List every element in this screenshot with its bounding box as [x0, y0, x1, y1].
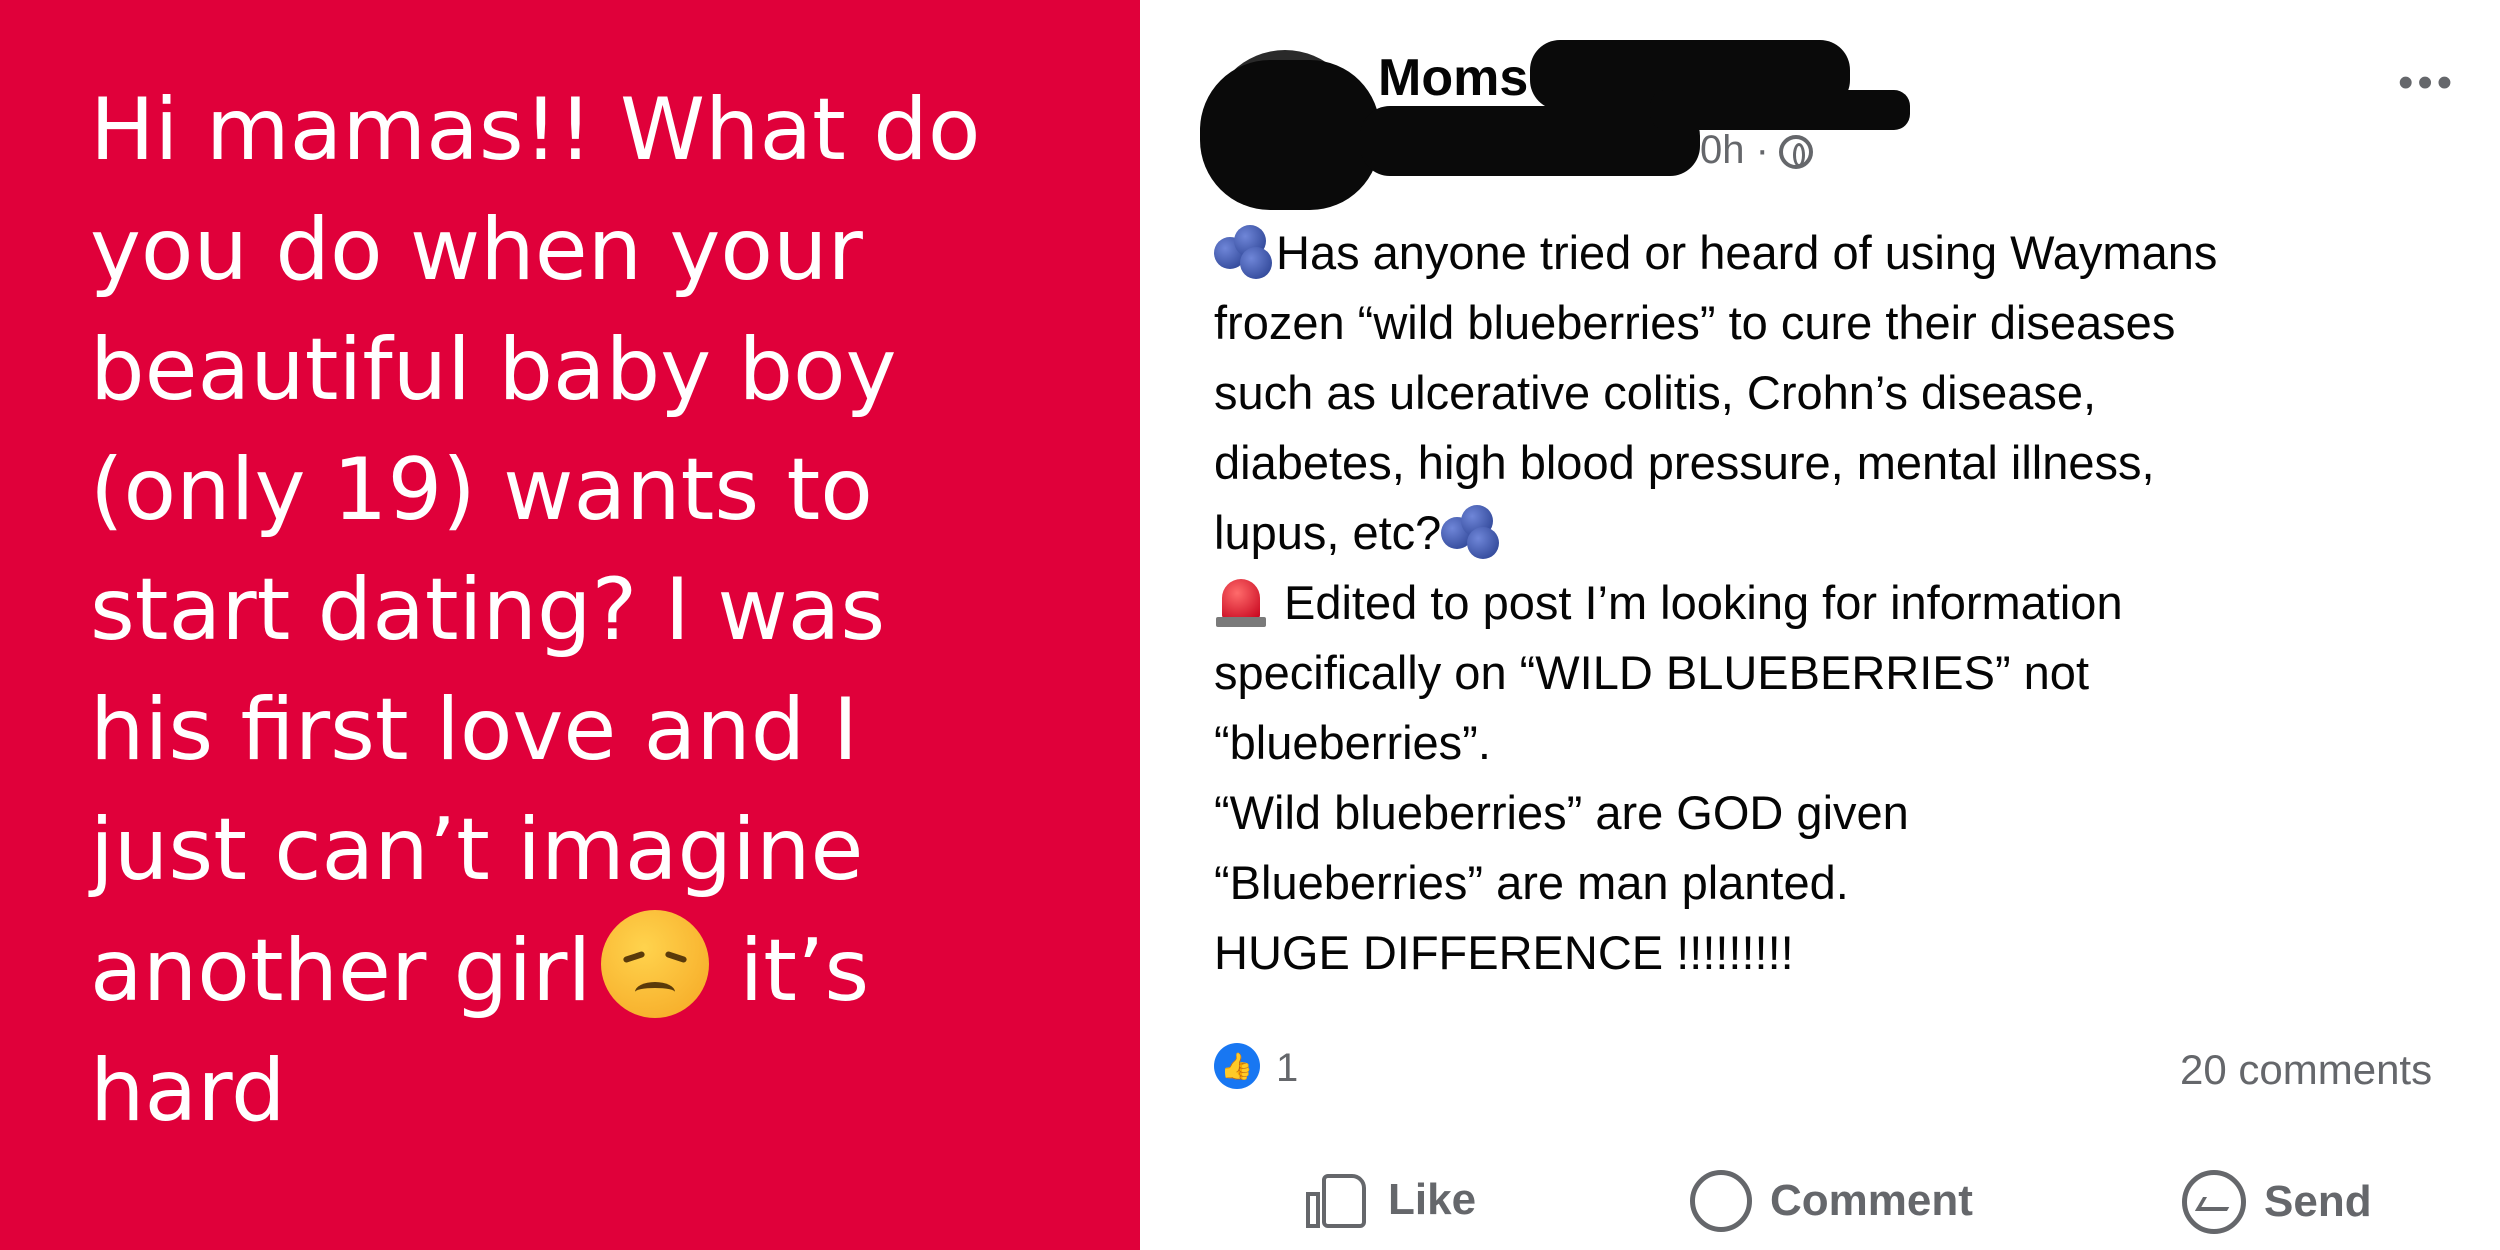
quote-line: just can’t imagine	[90, 800, 864, 900]
quote-line: start dating? I was	[90, 560, 886, 660]
blueberries-icon	[1441, 505, 1503, 559]
comment-button[interactable]: Comment	[1690, 1170, 1973, 1232]
quote-line: hard	[90, 1041, 286, 1141]
post-line: Has anyone tried or heard of using Wayma…	[1214, 218, 2474, 288]
post-line-text: lupus, etc?	[1214, 506, 1442, 559]
like-reaction-icon[interactable]: 👍	[1214, 1043, 1260, 1089]
post-line-text: Edited to post I’m looking for informati…	[1284, 576, 2123, 629]
pensive-face-icon	[601, 910, 710, 1018]
post-line: “Wild blueberries” are GOD given	[1214, 786, 1909, 839]
blueberries-icon	[1214, 225, 1276, 279]
quote-line: (only 19) wants to	[90, 440, 873, 540]
post-line: lupus, etc?	[1214, 498, 2474, 568]
more-options-icon[interactable]: •••	[2398, 58, 2456, 108]
post-line: HUGE DIFFERENCE !!!!!!!!!	[1214, 926, 1794, 979]
quote-line: Hi mamas!! What do	[90, 80, 981, 180]
send-button[interactable]: Send	[2182, 1170, 2372, 1234]
post-line: “Blueberries” are man planted.	[1214, 856, 1849, 909]
quote-line: you do when your	[90, 200, 863, 300]
quote-line: another girl it’s	[90, 910, 1120, 1031]
post-body: Has anyone tried or heard of using Wayma…	[1214, 218, 2474, 988]
redaction-mark	[1200, 60, 1380, 210]
post-timestamp[interactable]: 0h ·	[1700, 128, 1769, 172]
siren-icon	[1214, 573, 1268, 629]
reaction-count[interactable]: 1	[1276, 1046, 1298, 1091]
redaction-mark	[1650, 90, 1910, 130]
comment-count[interactable]: 20 comments	[2180, 1046, 2432, 1094]
globe-icon	[1778, 135, 1813, 169]
post-line: frozen “wild blueberries” to cure their …	[1214, 296, 2176, 349]
messenger-icon	[2182, 1170, 2246, 1234]
post-line: such as ulcerative colitis, Crohn’s dise…	[1214, 366, 2097, 419]
thumbs-up-icon	[1306, 1170, 1370, 1230]
quote-line: beautiful baby boy	[90, 320, 897, 420]
post-line: “blueberries”.	[1214, 716, 1491, 769]
post-line: Edited to post I’m looking for informati…	[1214, 568, 2474, 638]
quote-fragment: it’s	[739, 921, 870, 1021]
quote-line: his first love and I	[90, 680, 859, 780]
comment-bubble-icon	[1690, 1170, 1752, 1232]
post-line: diabetes, high blood pressure, mental il…	[1214, 436, 2155, 489]
quote-panel: Hi mamas!! What do you do when your beau…	[0, 0, 1140, 1250]
quote-fragment: another girl	[90, 921, 592, 1021]
redaction-mark	[1360, 106, 1700, 176]
like-button[interactable]: Like	[1306, 1170, 1476, 1230]
like-label: Like	[1388, 1175, 1477, 1224]
send-label: Send	[2264, 1177, 2372, 1226]
comment-label: Comment	[1770, 1176, 1973, 1225]
post-line-text: Has anyone tried or heard of using Wayma…	[1276, 226, 2218, 279]
post-meta: 0h ·	[1700, 128, 1813, 173]
quote-text: Hi mamas!! What do you do when your beau…	[90, 70, 1120, 1151]
group-name[interactable]: Moms	[1378, 48, 1528, 108]
post-line: specifically on “WILD BLUEBERRIES” not	[1214, 646, 2090, 699]
